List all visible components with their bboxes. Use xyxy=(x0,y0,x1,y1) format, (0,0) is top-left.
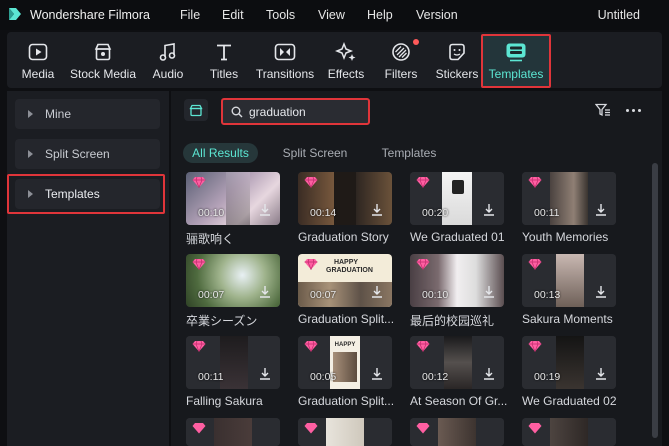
filter-tab-all-results[interactable]: All Results xyxy=(183,143,258,163)
template-title: We Graduated 02 xyxy=(522,394,617,408)
filmora-logo-icon xyxy=(9,8,21,20)
premium-gem-icon xyxy=(192,176,206,188)
app-name: Wondershare Filmora xyxy=(30,8,150,22)
results-scrollbar[interactable] xyxy=(652,163,658,438)
download-icon[interactable] xyxy=(369,284,385,300)
sidebar-item-mine[interactable]: Mine xyxy=(15,99,160,129)
search-box[interactable] xyxy=(221,98,370,125)
menu-edit[interactable]: Edit xyxy=(222,8,244,22)
premium-gem-icon xyxy=(304,176,318,188)
template-title: At Season Of Gr... xyxy=(410,394,508,408)
caret-right-icon xyxy=(28,150,33,158)
caret-right-icon xyxy=(28,110,33,118)
premium-gem-icon xyxy=(192,423,206,434)
template-title: Sakura Moments xyxy=(522,312,613,326)
download-icon[interactable] xyxy=(481,202,497,218)
tab-templates[interactable]: Templates xyxy=(484,32,548,88)
search-input[interactable] xyxy=(249,103,364,120)
tab-transitions[interactable]: Transitions xyxy=(253,32,317,88)
download-icon[interactable] xyxy=(481,284,497,300)
premium-gem-icon xyxy=(416,258,430,270)
menu-file[interactable]: File xyxy=(180,8,200,22)
sticker-icon xyxy=(446,41,468,63)
text-t-icon xyxy=(213,41,235,63)
search-icon xyxy=(231,106,243,118)
filter-tab-split-screen[interactable]: Split Screen xyxy=(278,143,352,163)
premium-gem-icon xyxy=(304,340,318,352)
template-title: We Graduated 01 xyxy=(410,230,505,244)
premium-gem-icon xyxy=(304,423,318,434)
premium-gem-icon xyxy=(416,340,430,352)
more-options-icon[interactable] xyxy=(626,109,641,112)
filters-notification-dot xyxy=(413,39,419,45)
template-title: 骊歌响く xyxy=(186,232,235,246)
template-title: Falling Sakura xyxy=(186,394,263,408)
transitions-icon xyxy=(274,41,296,63)
sidebar-item-split-screen[interactable]: Split Screen xyxy=(15,139,160,169)
menu-tools[interactable]: Tools xyxy=(266,8,295,22)
download-icon[interactable] xyxy=(257,366,273,382)
download-icon[interactable] xyxy=(257,284,273,300)
premium-gem-icon xyxy=(416,423,430,434)
template-title: 卒業シーズン xyxy=(186,314,258,328)
tab-audio[interactable]: Audio xyxy=(148,32,188,88)
premium-gem-icon xyxy=(528,176,542,188)
template-title: 最后的校园巡礼 xyxy=(410,314,495,328)
title-bar: Wondershare Filmora File Edit Tools View… xyxy=(0,0,669,30)
menu-version[interactable]: Version xyxy=(416,8,458,22)
tab-effects[interactable]: Effects xyxy=(323,32,369,88)
premium-gem-icon xyxy=(192,340,206,352)
templates-icon xyxy=(505,41,527,63)
tab-stock-media[interactable]: Stock Media xyxy=(68,32,138,88)
filter-icon[interactable] xyxy=(595,103,611,117)
premium-gem-icon xyxy=(304,258,318,270)
filters-icon xyxy=(390,41,412,63)
template-store-button[interactable] xyxy=(184,99,208,121)
window-title: Untitled xyxy=(597,8,640,22)
download-icon[interactable] xyxy=(369,202,385,218)
music-note-icon xyxy=(157,41,179,63)
effects-sparkle-icon xyxy=(335,41,357,63)
download-icon[interactable] xyxy=(481,366,497,382)
media-icon xyxy=(27,41,49,63)
filter-tab-templates[interactable]: Templates xyxy=(374,143,444,163)
selected-category-highlight xyxy=(7,174,165,214)
premium-gem-icon xyxy=(528,258,542,270)
template-title: Graduation Split... xyxy=(298,312,395,326)
tab-titles[interactable]: Titles xyxy=(204,32,244,88)
download-icon[interactable] xyxy=(593,366,609,382)
premium-gem-icon xyxy=(528,340,542,352)
tab-stickers[interactable]: Stickers xyxy=(434,32,480,88)
tab-media[interactable]: Media xyxy=(14,32,62,88)
download-icon[interactable] xyxy=(257,202,273,218)
premium-gem-icon xyxy=(192,258,206,270)
premium-gem-icon xyxy=(528,423,542,434)
download-icon[interactable] xyxy=(369,366,385,382)
template-title: Youth Memories xyxy=(522,230,609,244)
stock-media-icon xyxy=(92,41,114,63)
store-icon xyxy=(189,104,203,116)
premium-gem-icon xyxy=(416,176,430,188)
download-icon[interactable] xyxy=(593,202,609,218)
download-icon[interactable] xyxy=(593,284,609,300)
template-title: Graduation Split... xyxy=(298,394,395,408)
template-title: Graduation Story xyxy=(298,230,389,244)
menu-help[interactable]: Help xyxy=(367,8,393,22)
menu-view[interactable]: View xyxy=(318,8,345,22)
